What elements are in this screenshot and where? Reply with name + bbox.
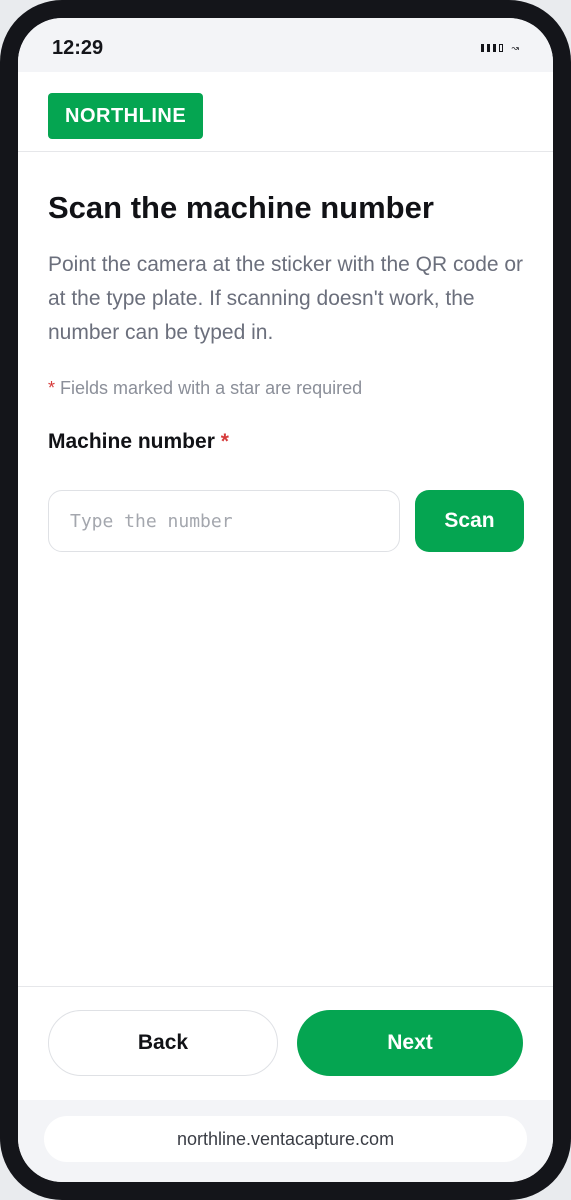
machine-number-label: Machine number *: [48, 430, 229, 454]
next-button[interactable]: Next: [297, 1010, 523, 1076]
charging-icon: ↝: [511, 43, 519, 53]
back-button[interactable]: Back: [48, 1010, 278, 1076]
phone-frame: 12:29 ↝ NORTHLINE Scan the machine numbe…: [0, 0, 571, 1200]
required-star: *: [48, 378, 56, 398]
footer-nav: Back Next: [18, 986, 553, 1100]
scan-button[interactable]: Scan: [415, 490, 524, 552]
browser-bar: northline.ventacapture.com: [18, 1100, 553, 1182]
phone-screen: 12:29 ↝ NORTHLINE Scan the machine numbe…: [18, 18, 553, 1182]
app-header: NORTHLINE: [18, 72, 553, 152]
app-page: NORTHLINE Scan the machine number Point …: [18, 72, 553, 1100]
brand-logo: NORTHLINE: [48, 93, 204, 139]
required-note-text: Fields marked with a star are required: [60, 378, 363, 398]
required-note: * Fields marked with a star are required: [48, 378, 362, 399]
machine-number-input[interactable]: [48, 490, 400, 552]
page-title: Scan the machine number: [48, 190, 434, 225]
status-bar: 12:29 ↝: [18, 18, 553, 72]
required-star: *: [220, 430, 229, 453]
battery-icon: ↝: [481, 43, 519, 53]
url-bar[interactable]: northline.ventacapture.com: [44, 1116, 527, 1162]
page-description: Point the camera at the sticker with the…: [48, 253, 524, 344]
status-time: 12:29: [52, 37, 104, 59]
machine-number-label-text: Machine number: [48, 430, 215, 453]
